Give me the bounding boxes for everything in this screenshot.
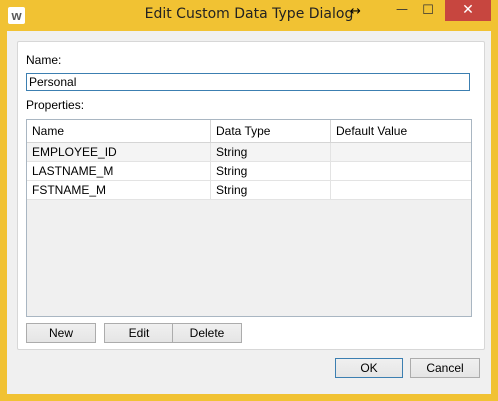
cell-default-value[interactable] — [331, 181, 471, 199]
cell-default-value[interactable] — [331, 162, 471, 180]
resize-cursor-icon: ↔ — [350, 4, 361, 19]
close-button[interactable]: ✕ — [445, 0, 491, 21]
cell-name[interactable]: FSTNAME_M — [27, 181, 211, 199]
cell-name[interactable]: EMPLOYEE_ID — [27, 143, 211, 161]
properties-label: Properties: — [26, 98, 85, 112]
dialog-client-area: Name: Properties: Name Data Type Default… — [7, 31, 491, 394]
column-header-default-value[interactable]: Default Value — [331, 120, 471, 142]
table-row[interactable]: LASTNAME_M String — [27, 162, 471, 181]
grid-header: Name Data Type Default Value — [27, 120, 471, 143]
minimize-icon[interactable]: — — [389, 2, 415, 23]
delete-button[interactable]: Delete — [172, 323, 242, 343]
ok-button[interactable]: OK — [335, 358, 403, 378]
column-header-data-type[interactable]: Data Type — [211, 120, 331, 142]
properties-groupbox: Name: Properties: Name Data Type Default… — [17, 41, 485, 350]
cancel-button[interactable]: Cancel — [410, 358, 480, 378]
new-button[interactable]: New — [26, 323, 96, 343]
edit-button[interactable]: Edit — [104, 323, 174, 343]
cell-data-type[interactable]: String — [211, 181, 331, 199]
column-header-name[interactable]: Name — [27, 120, 211, 142]
title-bar[interactable]: w Edit Custom Data Type Dialog ↔ — ☐ ✕ — [0, 0, 498, 31]
name-input[interactable] — [26, 73, 470, 91]
cell-data-type[interactable]: String — [211, 162, 331, 180]
cell-name[interactable]: LASTNAME_M — [27, 162, 211, 180]
maximize-icon[interactable]: ☐ — [415, 2, 441, 23]
name-label: Name: — [26, 53, 62, 67]
dialog-window: w Edit Custom Data Type Dialog ↔ — ☐ ✕ N… — [0, 0, 498, 401]
cell-data-type[interactable]: String — [211, 143, 331, 161]
properties-grid[interactable]: Name Data Type Default Value EMPLOYEE_ID… — [26, 119, 472, 317]
table-row[interactable]: FSTNAME_M String — [27, 181, 471, 200]
cell-default-value[interactable] — [331, 143, 471, 161]
table-row[interactable]: EMPLOYEE_ID String — [27, 143, 471, 162]
